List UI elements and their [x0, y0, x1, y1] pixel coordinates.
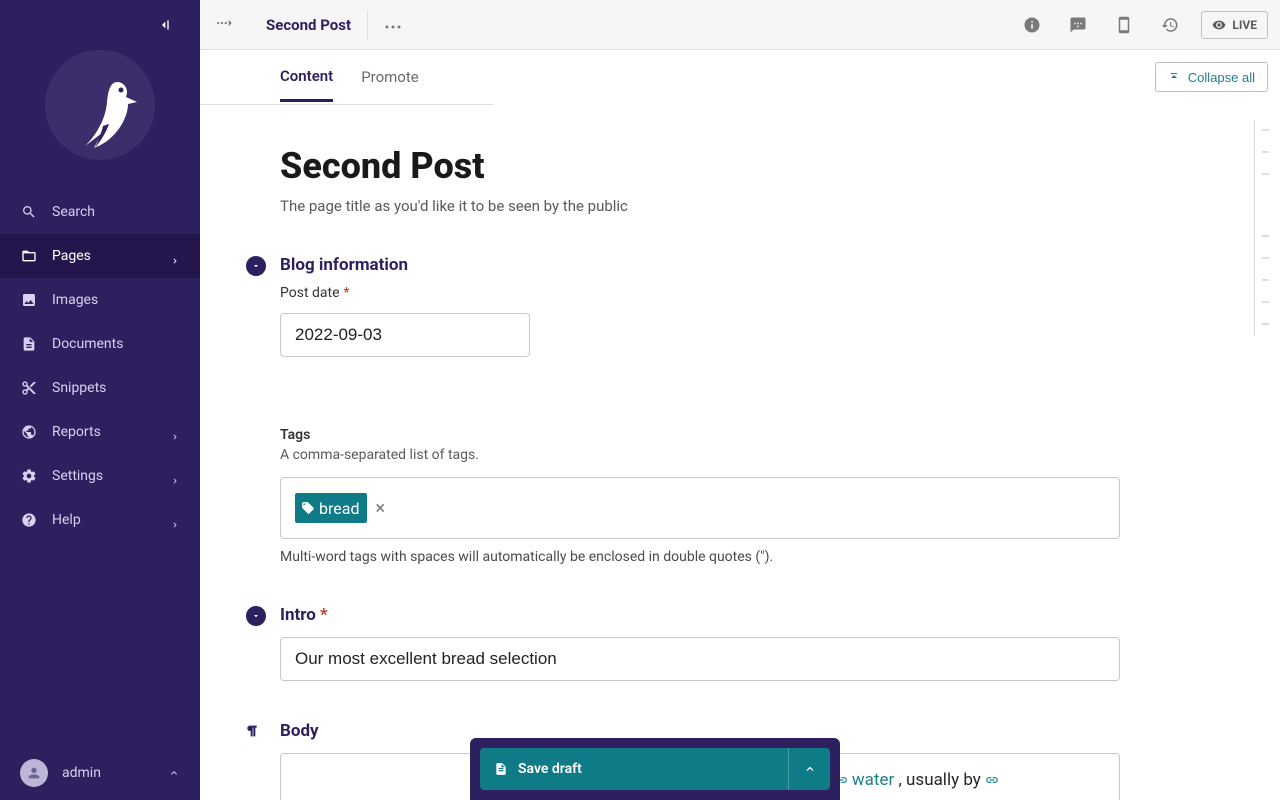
body-link-water[interactable]: water	[852, 770, 894, 790]
tags-post-help: Multi-word tags with spaces will automat…	[280, 549, 1120, 565]
document-icon	[20, 335, 38, 353]
sidebar: Search Pages Images Documents Snippets R…	[0, 0, 200, 800]
nav: Search Pages Images Documents Snippets R…	[0, 190, 200, 746]
sidebar-collapse-toggle[interactable]	[0, 0, 200, 50]
wagtail-logo[interactable]	[45, 50, 155, 160]
sidebar-item-label: Reports	[52, 424, 170, 440]
sidebar-item-snippets[interactable]: Snippets	[0, 366, 200, 410]
intro-input[interactable]	[280, 637, 1120, 681]
page-title[interactable]: Second Post	[280, 145, 1280, 187]
paragraph-icon	[246, 723, 262, 743]
section-blog-info: Blog information Post date* Tags A comma…	[280, 255, 1120, 565]
link-icon	[985, 770, 999, 796]
collapse-up-icon	[1168, 71, 1180, 83]
field-label-post-date: Post date*	[280, 285, 1120, 301]
sidebar-item-settings[interactable]: Settings	[0, 454, 200, 498]
more-icon	[384, 15, 402, 34]
tags-input[interactable]: bread ×	[280, 477, 1120, 539]
logo-wrap	[0, 50, 200, 190]
main: Second Post LIVE Content Promote Collaps…	[200, 0, 1280, 800]
sidebar-item-pages[interactable]: Pages	[0, 234, 200, 278]
comment-icon	[1069, 16, 1087, 34]
eye-icon	[1212, 18, 1226, 32]
history-icon	[1161, 16, 1179, 34]
draft-icon	[494, 762, 508, 776]
gear-icon	[20, 467, 38, 485]
sidebar-item-label: Help	[52, 512, 170, 528]
breadcrumb-expand[interactable]	[200, 0, 250, 50]
sidebar-item-label: Images	[52, 292, 180, 308]
tag-chip[interactable]: bread	[295, 493, 367, 523]
preview-button[interactable]	[1101, 9, 1147, 41]
live-label: LIVE	[1232, 18, 1257, 32]
section-header: Blog information	[280, 255, 1120, 275]
info-icon	[1023, 16, 1041, 34]
snippets-icon	[20, 379, 38, 397]
tab-content[interactable]: Content	[280, 67, 333, 102]
save-more-button[interactable]	[788, 748, 830, 790]
page-title-crumb: Second Post	[266, 16, 351, 34]
comments-button[interactable]	[1055, 9, 1101, 41]
title-help-text: The page title as you'd like it to be se…	[280, 197, 1280, 215]
user-name: admin	[62, 765, 168, 781]
history-button[interactable]	[1147, 9, 1193, 41]
mobile-icon	[1115, 16, 1133, 34]
chevron-up-icon	[803, 762, 817, 776]
sidebar-item-images[interactable]: Images	[0, 278, 200, 322]
user-account-menu[interactable]: admin	[0, 746, 200, 800]
page-actions-menu[interactable]	[368, 0, 418, 50]
tag-text: bread	[319, 499, 359, 518]
image-icon	[20, 291, 38, 309]
info-button[interactable]	[1009, 9, 1055, 41]
sidebar-item-reports[interactable]: Reports	[0, 410, 200, 454]
chevron-right-icon	[170, 251, 180, 261]
collapse-icon	[156, 17, 172, 33]
chevron-right-icon	[170, 515, 180, 525]
tab-row: Content Promote Collapse all	[200, 50, 1280, 104]
content-area: Second Post The page title as you'd like…	[200, 105, 1280, 800]
help-icon	[20, 511, 38, 529]
post-date-input[interactable]	[280, 313, 530, 357]
search-icon	[20, 203, 38, 221]
chevron-right-icon	[170, 427, 180, 437]
chevron-down-icon	[251, 611, 261, 621]
field-label-tags: Tags	[280, 427, 1120, 443]
topbar: Second Post LIVE	[200, 0, 1280, 50]
action-bar: Save draft	[470, 738, 840, 800]
sidebar-item-label: Pages	[52, 248, 170, 264]
tag-remove-button[interactable]: ×	[371, 498, 389, 519]
collapse-all-button[interactable]: Collapse all	[1155, 62, 1268, 92]
sidebar-item-label: Documents	[52, 336, 180, 352]
chevron-right-icon	[170, 471, 180, 481]
folder-open-icon	[20, 247, 38, 265]
sidebar-item-documents[interactable]: Documents	[0, 322, 200, 366]
sidebar-item-label: Search	[52, 204, 180, 220]
chevron-up-icon	[168, 764, 180, 783]
save-draft-button[interactable]: Save draft	[480, 748, 788, 790]
chevron-down-icon	[251, 261, 261, 271]
sidebar-item-label: Snippets	[52, 380, 180, 396]
section-intro: Intro*	[280, 605, 1120, 681]
section-toggle[interactable]	[246, 606, 266, 626]
tag-icon	[301, 501, 315, 515]
breadcrumb[interactable]: Second Post	[250, 0, 367, 50]
breadcrumb-dots-arrow-icon	[216, 15, 234, 35]
sidebar-item-label: Settings	[52, 468, 170, 484]
live-status-badge[interactable]: LIVE	[1201, 11, 1268, 39]
avatar	[20, 759, 48, 787]
tab-promote[interactable]: Promote	[361, 68, 419, 100]
sidebar-item-search[interactable]: Search	[0, 190, 200, 234]
section-header: Intro*	[280, 605, 1120, 625]
tags-help: A comma-separated list of tags.	[280, 447, 1120, 463]
sidebar-item-help[interactable]: Help	[0, 498, 200, 542]
section-toggle[interactable]	[246, 256, 266, 276]
globe-icon	[20, 423, 38, 441]
